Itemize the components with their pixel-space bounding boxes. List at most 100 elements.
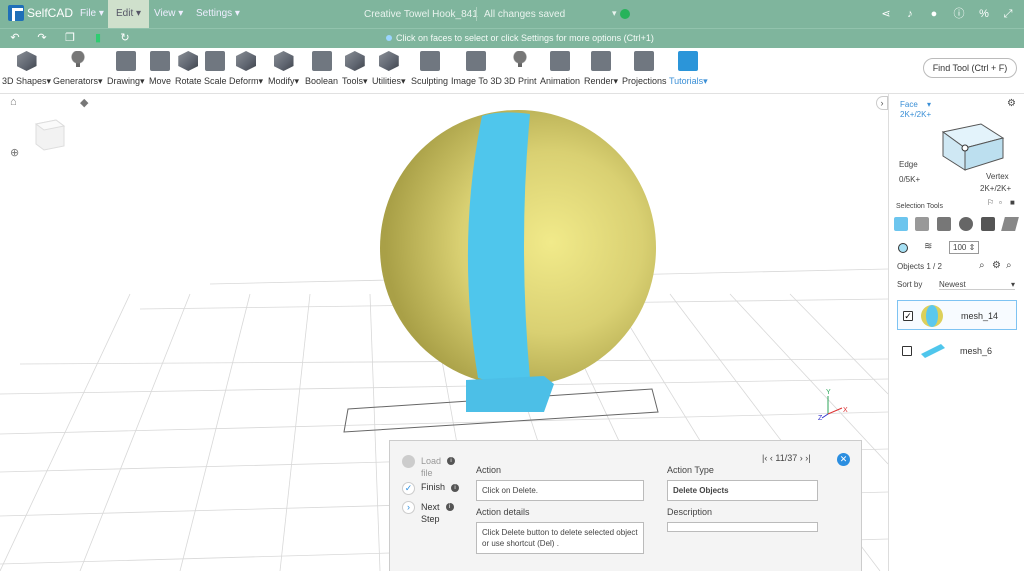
tool-boolean[interactable]: Boolean — [305, 51, 338, 86]
chevron-down-icon[interactable]: ▾ — [927, 100, 931, 109]
tool-label: 3D Print — [504, 76, 537, 86]
select-small-cube-icon[interactable]: ▫ — [999, 198, 1002, 207]
tool-drawing[interactable]: Drawing▾ — [107, 51, 145, 87]
tool-sculpting[interactable]: Sculpting — [411, 51, 448, 86]
object-checkbox[interactable]: ✓ — [903, 311, 913, 321]
right-panel: Face ▾ 2K+/2K+ ⚙ Edge 0/5K+ Vertex 2K+/2… — [888, 94, 1024, 571]
tool-image-to-3d[interactable]: Image To 3D — [451, 51, 502, 86]
list-item[interactable]: mesh_6 — [897, 336, 1017, 366]
menu-view[interactable]: View ▾ — [146, 0, 191, 28]
search-icon[interactable]: ⌕ — [979, 260, 985, 271]
brush-layers-icon[interactable]: ≋ — [924, 241, 932, 252]
select-grid-icon[interactable] — [915, 217, 929, 231]
document-title[interactable]: Creative Towel Hook_841 — [364, 9, 478, 20]
step-label-line2: Step — [421, 514, 440, 524]
scale-icon — [205, 51, 226, 71]
share-icon[interactable]: ⋖ — [880, 8, 892, 20]
tool-label: 3D Shapes▾ — [2, 76, 52, 86]
select-plane-icon[interactable] — [1001, 217, 1019, 231]
edge-mode-label[interactable]: Edge — [899, 160, 918, 169]
rotate-icon — [178, 51, 199, 71]
tool-generators[interactable]: Generators▾ — [53, 51, 103, 87]
object-checkbox[interactable] — [902, 346, 912, 356]
tool-3d-shapes[interactable]: 3D Shapes▾ — [2, 51, 51, 87]
select-filled-cube-icon[interactable]: ■ — [1010, 198, 1015, 207]
brush-size-input[interactable]: 100 ⇕ — [949, 241, 980, 254]
app-logo[interactable]: SelfCAD — [8, 5, 73, 21]
tutorial-pager: |‹ ‹ 11/37 › ›| — [762, 453, 811, 463]
tool-utilities[interactable]: Utilities▾ — [372, 51, 406, 87]
tool-projections[interactable]: Projections — [622, 51, 667, 86]
user-icon[interactable]: ● — [928, 8, 940, 20]
brush-circle-icon[interactable] — [898, 243, 908, 253]
percent-icon[interactable]: % — [978, 8, 990, 20]
info-icon[interactable]: i — [445, 503, 454, 511]
next-step-icon[interactable]: › — [800, 453, 803, 463]
sort-select[interactable]: Newest ▾ — [939, 280, 1015, 290]
vertex-mode-label[interactable]: Vertex — [986, 172, 1009, 181]
band-mesh[interactable] — [467, 112, 530, 383]
info-icon[interactable]: i — [451, 484, 460, 492]
tool-scale[interactable]: Scale — [204, 51, 227, 86]
panel-collapse-button[interactable]: › — [876, 96, 888, 110]
select-face-icon[interactable] — [894, 217, 908, 231]
tool-move[interactable]: Move — [149, 51, 171, 86]
save-status: All changes saved — [484, 9, 566, 20]
step-next[interactable]: › Next Step i — [402, 501, 454, 525]
select-cube-icon[interactable] — [937, 217, 951, 231]
chevron-down-icon: ▾ — [1010, 280, 1015, 289]
selection-mode-cube-icon[interactable] — [933, 112, 1009, 174]
tool-label: Tools▾ — [342, 76, 368, 86]
tool-rotate[interactable]: Rotate — [175, 51, 202, 86]
redo-icon[interactable]: ↷ — [36, 32, 48, 44]
tool-render[interactable]: Render▾ — [584, 51, 618, 87]
step-load-file[interactable]: Load file i — [402, 455, 456, 479]
select-solid-icon[interactable] — [981, 217, 995, 231]
fullscreen-icon[interactable]: ⤢ — [1002, 8, 1014, 20]
action-details-label: Action details — [476, 507, 530, 517]
menu-settings[interactable]: Settings ▾ — [188, 0, 248, 28]
tool-tutorials[interactable]: Tutorials▾ — [669, 51, 708, 87]
view-cube[interactable] — [32, 116, 68, 152]
action-bar: ↶ ↷ ❐ ▮ ↻ Click on faces to select or cl… — [0, 28, 1024, 48]
menu-file[interactable]: File ▾ — [72, 0, 112, 28]
tool-deform[interactable]: Deform▾ — [229, 51, 263, 87]
tool-tools[interactable]: Tools▾ — [342, 51, 368, 87]
close-icon[interactable]: ✕ — [837, 453, 850, 466]
target-icon[interactable]: ⊕ — [10, 146, 19, 159]
select-sphere-icon[interactable] — [959, 217, 973, 231]
menu-view-label: View — [154, 8, 176, 19]
copy-icon[interactable]: ❐ — [64, 32, 76, 44]
notification-bell-icon[interactable]: ♪ — [904, 8, 916, 20]
step-label-line2: file — [421, 468, 433, 478]
tool-3d-print[interactable]: 3D Print — [504, 51, 537, 86]
sculpting-icon — [419, 51, 440, 71]
object-filter-icon[interactable]: ⌕ — [1006, 260, 1012, 271]
user-icon — [402, 455, 415, 468]
chevron-down-icon[interactable]: ▾ — [612, 8, 617, 19]
prev-step-icon[interactable]: ‹ — [770, 453, 773, 463]
last-step-icon[interactable]: ›| — [805, 453, 810, 463]
info-icon[interactable]: ⓘ — [953, 8, 965, 20]
camera-direction-icon[interactable]: ◆ — [80, 96, 88, 109]
info-icon[interactable]: i — [447, 457, 456, 465]
menu-edit[interactable]: Edit ▾ — [108, 0, 150, 28]
settings-gear-icon[interactable]: ⚙ — [1007, 98, 1016, 109]
tool-label: Scale — [204, 76, 227, 86]
lock-icon[interactable]: ⚐ — [987, 198, 994, 207]
step-finish[interactable]: ✓ Finish i — [402, 482, 460, 495]
vertex-count: 2K+/2K+ — [980, 184, 1012, 193]
find-tool-button[interactable]: Find Tool (Ctrl + F) — [923, 58, 1017, 78]
home-icon[interactable]: ⌂ — [10, 96, 17, 108]
tool-animation[interactable]: Animation — [540, 51, 580, 86]
refresh-icon[interactable]: ↻ — [119, 32, 131, 44]
tool-modify[interactable]: Modify▾ — [268, 51, 299, 87]
undo-icon[interactable]: ↶ — [9, 32, 21, 44]
hook-block[interactable] — [466, 376, 554, 412]
tool-label: Sculpting — [411, 76, 449, 86]
deform-icon — [236, 51, 257, 71]
first-step-icon[interactable]: |‹ — [762, 453, 767, 463]
face-mode-label[interactable]: Face — [900, 100, 918, 109]
object-settings-icon[interactable]: ⚙ — [992, 260, 1001, 271]
list-item[interactable]: ✓ mesh_14 — [897, 300, 1017, 330]
